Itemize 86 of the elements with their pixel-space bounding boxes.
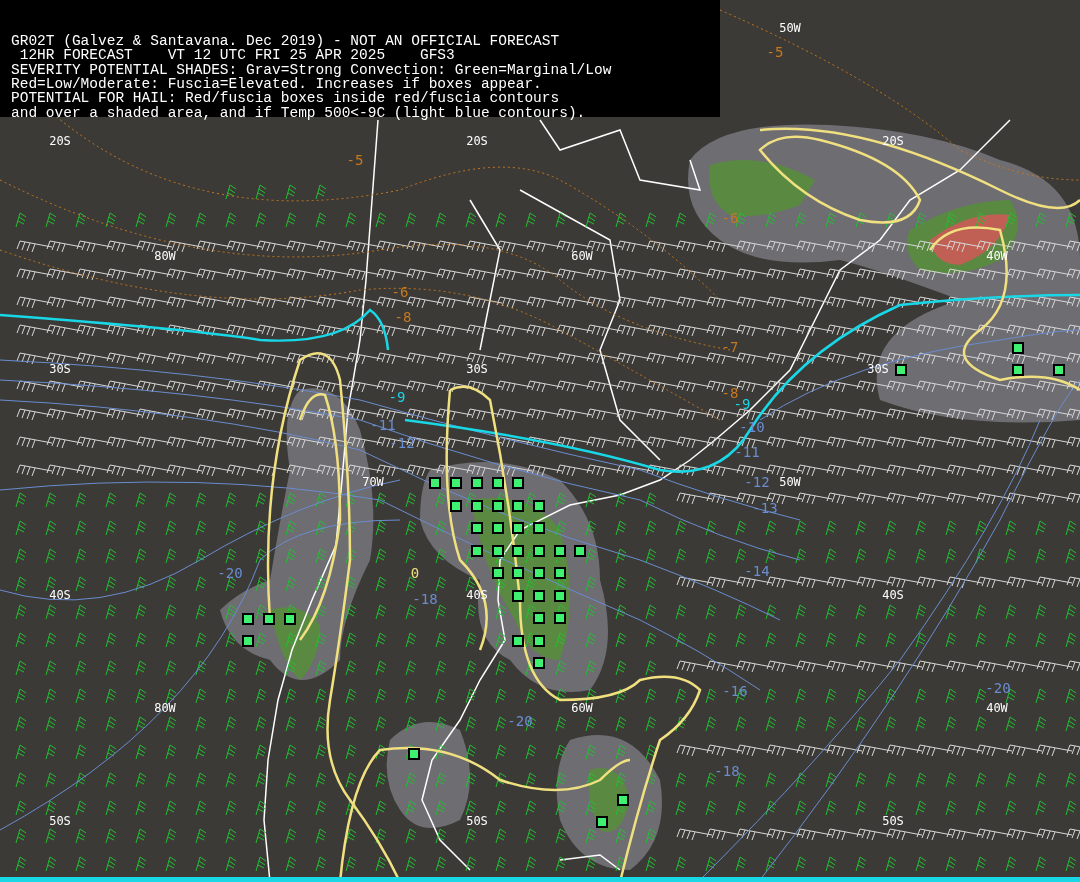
hail-marker bbox=[533, 590, 545, 602]
hail-marker bbox=[533, 522, 545, 534]
contour-label: -20 bbox=[507, 713, 533, 729]
hail-marker bbox=[554, 612, 566, 624]
contour-label: -11 bbox=[370, 417, 396, 433]
contour-label: -18 bbox=[412, 591, 438, 607]
hail-marker bbox=[492, 522, 504, 534]
contour-label: -9 bbox=[388, 389, 406, 405]
hail-marker bbox=[408, 748, 420, 760]
grid-label: 80W bbox=[154, 701, 176, 715]
grid-label: 20S bbox=[49, 134, 71, 148]
grid-label: 30S bbox=[867, 362, 889, 376]
hail-marker bbox=[512, 500, 524, 512]
hail-marker bbox=[471, 545, 483, 557]
contour-label: -20 bbox=[217, 565, 243, 581]
grid-label: 70W bbox=[362, 475, 384, 489]
contour-label: -5 bbox=[346, 152, 364, 168]
contour-label: -18 bbox=[714, 763, 740, 779]
grid-label: 40S bbox=[49, 588, 71, 602]
grid-label: 60W bbox=[571, 249, 593, 263]
contour-label: -5 bbox=[766, 44, 784, 60]
grid-label: 50S bbox=[882, 814, 904, 828]
hail-marker bbox=[574, 545, 586, 557]
hail-marker bbox=[512, 477, 524, 489]
contour-label: -8 bbox=[394, 309, 412, 325]
hail-marker bbox=[471, 477, 483, 489]
hail-marker bbox=[596, 816, 608, 828]
hail-marker bbox=[1012, 364, 1024, 376]
hail-marker bbox=[492, 500, 504, 512]
grid-label: 30S bbox=[466, 362, 488, 376]
hail-marker bbox=[533, 545, 545, 557]
grid-label: 50W bbox=[779, 21, 801, 35]
hail-marker bbox=[533, 500, 545, 512]
grid-label: 60W bbox=[571, 701, 593, 715]
hail-marker bbox=[533, 657, 545, 669]
hail-marker bbox=[1053, 364, 1065, 376]
header-line: 12HR FORECAST VT 12 UTC FRI 25 APR 2025 GFS3 bbox=[19, 47, 455, 64]
grid-label: 40S bbox=[882, 588, 904, 602]
hail-marker bbox=[895, 364, 907, 376]
header-line: and over a shaded area, and if Temp 500<-9C (light blue contours). bbox=[11, 104, 586, 121]
grid-label: 40W bbox=[986, 701, 1008, 715]
hail-marker bbox=[242, 613, 254, 625]
hail-marker bbox=[512, 545, 524, 557]
grid-label: 20S bbox=[882, 134, 904, 148]
hail-marker bbox=[450, 500, 462, 512]
grid-label: 50W bbox=[779, 475, 801, 489]
hail-marker bbox=[1012, 342, 1024, 354]
contour-label: -6 bbox=[721, 210, 739, 226]
contour-label: -7 bbox=[721, 339, 739, 355]
grid-label: 30S bbox=[49, 362, 71, 376]
header-line: GR02T (Galvez & Santavana. Dec 2019) - NOT AN OFFICIAL FORECAST bbox=[11, 33, 560, 49]
contour-label: -20 bbox=[985, 680, 1011, 696]
hail-marker bbox=[533, 612, 545, 624]
hail-marker bbox=[533, 635, 545, 647]
hail-marker bbox=[554, 590, 566, 602]
hail-marker bbox=[263, 613, 275, 625]
header-line: POTENTIAL FOR HAIL: Red/fuscia boxes inside red/fuscia contours bbox=[11, 90, 560, 107]
hail-marker bbox=[284, 613, 296, 625]
hail-marker bbox=[617, 794, 629, 806]
grid-label: 50S bbox=[49, 814, 71, 828]
hail-marker bbox=[512, 567, 524, 579]
contour-label: -16 bbox=[722, 683, 748, 699]
hail-marker bbox=[492, 477, 504, 489]
hail-marker bbox=[471, 522, 483, 534]
hail-marker bbox=[512, 522, 524, 534]
grid-label: 50S bbox=[466, 814, 488, 828]
grid-label: 20S bbox=[466, 134, 488, 148]
contour-label: -12 bbox=[744, 474, 770, 490]
hail-marker bbox=[242, 635, 254, 647]
contour-label: -8 bbox=[721, 385, 739, 401]
hail-marker bbox=[554, 567, 566, 579]
hail-marker bbox=[492, 545, 504, 557]
hail-marker bbox=[512, 635, 524, 647]
hail-marker bbox=[512, 590, 524, 602]
hail-marker bbox=[471, 500, 483, 512]
header-line: SEVERITY POTENTIAL SHADES: Grav=Strong Convection: Green=Marginal/Low bbox=[11, 61, 612, 78]
hail-marker bbox=[554, 545, 566, 557]
hail-marker bbox=[533, 567, 545, 579]
grid-label: 80W bbox=[154, 249, 176, 263]
contour-label: -11 bbox=[734, 444, 760, 460]
hail-marker bbox=[450, 477, 462, 489]
contour-label: -6 bbox=[391, 284, 409, 300]
contour-label: -14 bbox=[744, 563, 770, 579]
hail-marker bbox=[492, 567, 504, 579]
contour-label: 0 bbox=[410, 565, 420, 581]
hail-marker bbox=[429, 477, 441, 489]
